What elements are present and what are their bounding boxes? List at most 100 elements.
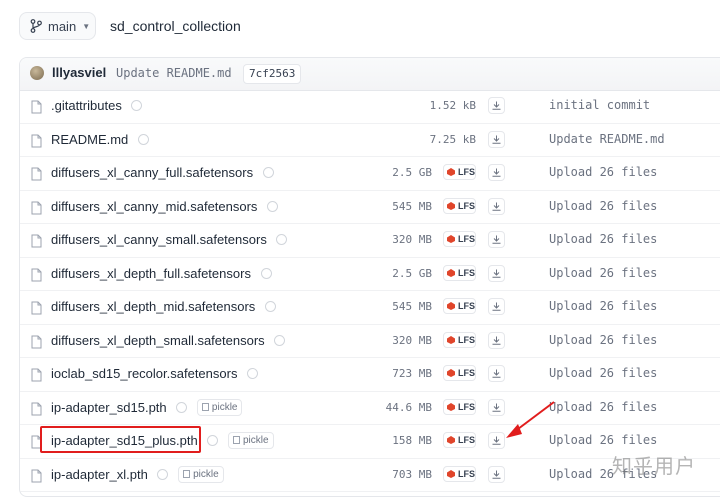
branch-selector-button[interactable]: main ▼ [19,12,96,40]
file-commit-message[interactable]: Upload 26 files [549,299,657,313]
lfs-badge[interactable]: LFS [443,164,476,180]
file-row[interactable]: diffusers_xl_depth_small.safetensors 320… [20,325,720,358]
file-name-link[interactable]: diffusers_xl_canny_full.safetensors [51,165,274,180]
pickle-badge[interactable]: pickle [227,432,274,450]
info-icon[interactable] [267,200,279,212]
info-icon[interactable] [274,334,286,346]
lfs-badge[interactable]: LFS [443,432,476,448]
download-icon [492,168,501,177]
download-button[interactable] [488,231,505,248]
info-icon[interactable] [176,401,188,413]
download-button[interactable] [488,164,505,181]
file-name-link[interactable]: ip-adapter_xl.pth pickle [51,465,224,484]
file-row[interactable]: diffusers_xl_canny_full.safetensors 2.5 … [20,157,720,191]
pickle-badge[interactable]: pickle [178,465,224,483]
info-icon[interactable] [260,267,272,279]
file-name-link[interactable]: diffusers_xl_canny_small.safetensors [51,232,288,247]
download-button[interactable] [488,197,505,215]
file-row[interactable]: ip-adapter_sd15.pth pickle 44.6 MB LFS U… [20,392,720,425]
info-icon[interactable] [131,100,143,112]
info-icon[interactable] [207,435,219,447]
file-name-link[interactable]: .gitattributes [51,98,143,113]
lfs-badge[interactable]: LFS [443,398,476,415]
download-button[interactable] [488,264,505,282]
download-button[interactable] [488,465,505,483]
file-commit-message[interactable]: Upload 26 files [549,400,657,414]
download-icon [492,470,501,479]
file-commit-message[interactable]: Update README.md [549,132,665,146]
lfs-badge[interactable]: LFS [443,465,476,482]
file-name: ioclab_sd15_recolor.safetensors [51,366,238,381]
file-name: diffusers_xl_canny_mid.safetensors [51,198,258,214]
file-row[interactable]: README.md 7.25 kB Update README.md [20,124,720,157]
file-name-link[interactable]: diffusers_xl_depth_mid.safetensors [51,299,276,314]
download-button[interactable] [488,298,505,315]
file-name-link[interactable]: ip-adapter_sd15.pth pickle [51,398,243,417]
file-icon [31,402,42,415]
file-name-link[interactable]: ioclab_sd15_recolor.safetensors [51,366,259,381]
file-commit-message[interactable]: Upload 26 files [549,366,657,380]
info-icon[interactable] [264,301,276,313]
file-icon [31,201,42,214]
lfs-badge[interactable]: LFS [443,298,476,314]
file-size: 545 MB [392,300,432,313]
lfs-label: LFS [458,234,475,244]
info-icon[interactable] [137,133,149,145]
info-icon[interactable] [157,468,169,480]
file-name-link[interactable]: diffusers_xl_depth_small.safetensors [51,333,286,348]
file-name-link[interactable]: diffusers_xl_depth_full.safetensors [51,266,272,281]
lfs-gem-icon [447,302,455,310]
file-name: diffusers_xl_depth_full.safetensors [51,265,251,281]
lfs-badge[interactable]: LFS [443,331,476,348]
file-size: 723 MB [392,367,432,380]
file-name: diffusers_xl_depth_mid.safetensors [51,299,256,314]
lfs-label: LFS [458,267,475,278]
commit-user[interactable]: lllyasviel [52,65,106,80]
commit-message[interactable]: Update README.md [116,66,232,80]
info-icon[interactable] [276,234,288,246]
download-button[interactable] [488,130,505,148]
download-button[interactable] [488,365,505,382]
file-commit-message[interactable]: Upload 26 files [549,199,657,213]
watermark: 知乎用户 [612,454,696,478]
file-icon [31,368,42,382]
lfs-label: LFS [458,401,475,412]
file-row[interactable]: diffusers_xl_depth_mid.safetensors 545 M… [20,291,720,325]
lfs-badge[interactable]: LFS [443,264,476,281]
download-icon [492,336,501,345]
download-icon [492,202,501,211]
file-commit-message[interactable]: initial commit [549,98,650,112]
file-commit-message[interactable]: Upload 26 files [549,232,657,246]
pickle-label: pickle [211,401,238,413]
download-button[interactable] [488,331,505,349]
file-icon [31,335,42,348]
file-commit-message[interactable]: Upload 26 files [549,266,657,280]
lfs-badge[interactable]: LFS [443,231,476,247]
lfs-label: LFS [458,334,475,345]
highlight-box [40,426,201,453]
avatar[interactable] [30,66,44,80]
branch-label: main [48,18,77,34]
file-commit-message[interactable]: Upload 26 files [549,165,657,179]
file-row[interactable]: diffusers_xl_canny_mid.safetensors 545 M… [20,191,720,224]
info-icon[interactable] [262,167,274,179]
file-row[interactable]: .gitattributes 1.52 kB initial commit [20,90,720,124]
lfs-badge[interactable]: LFS [443,197,476,214]
file-row[interactable]: diffusers_xl_canny_small.safetensors 320… [20,224,720,258]
file-commit-message[interactable]: Upload 26 files [549,433,657,447]
file-name-link[interactable]: diffusers_xl_canny_mid.safetensors [51,198,279,214]
lfs-badge[interactable]: LFS [443,365,476,381]
file-row[interactable]: ioclab_sd15_recolor.safetensors 723 MB L… [20,358,720,392]
lfs-gem-icon [447,168,455,176]
pickle-badge[interactable]: pickle [196,398,243,416]
repo-name[interactable]: sd_control_collection [110,18,241,34]
download-button[interactable] [488,97,505,114]
file-row[interactable]: diffusers_xl_depth_full.safetensors 2.5 … [20,258,720,291]
file-commit-message[interactable]: Upload 26 files [549,333,657,347]
commit-hash[interactable]: 7cf2563 [243,64,302,84]
info-icon[interactable] [247,368,259,380]
pickle-label: pickle [242,435,269,447]
lfs-gem-icon [447,469,455,478]
lfs-label: LFS [458,200,475,211]
file-name-link[interactable]: README.md [51,132,149,147]
